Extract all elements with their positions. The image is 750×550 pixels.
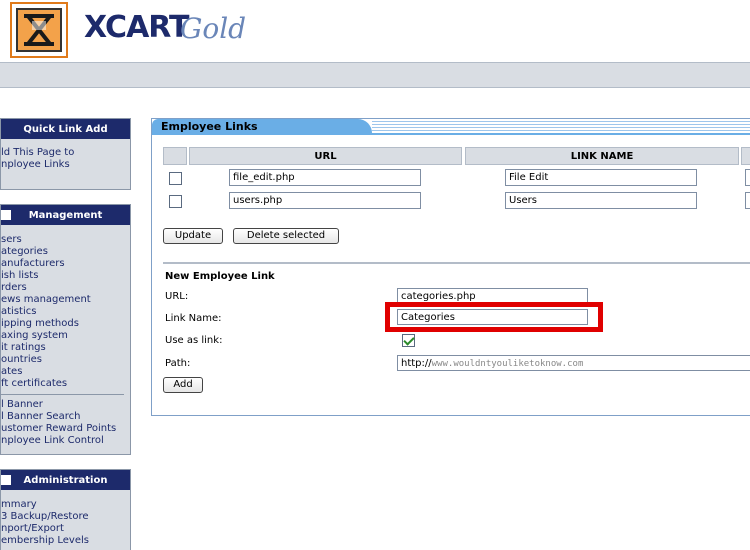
select-column-header xyxy=(163,147,187,165)
menu-item-shipping[interactable]: ipping methods xyxy=(1,318,130,330)
menu-item-reward-points[interactable]: ustomer Reward Points xyxy=(1,423,130,435)
menu-title: Administration xyxy=(23,474,108,486)
administration-menu: Administration mmary 3 Backup/Restore np… xyxy=(0,469,131,550)
header: XCART Gold xyxy=(0,0,750,62)
menu-item-employee-link-control[interactable]: nployee Link Control xyxy=(1,435,130,447)
row-link-name-input[interactable]: File Edit xyxy=(505,169,697,186)
menu-item-categories[interactable]: ategories xyxy=(1,246,130,258)
menu-item-banner[interactable]: l Banner xyxy=(1,399,130,411)
highlight-box xyxy=(385,302,603,332)
menu-item-news[interactable]: ews management xyxy=(1,294,130,306)
menu-title: Quick Link Add xyxy=(1,119,130,139)
menu-header: Administration xyxy=(1,470,130,490)
xcart-logo-icon xyxy=(10,2,68,58)
link-name-label: Link Name: xyxy=(165,313,222,324)
url-label: URL: xyxy=(165,291,189,302)
menu-item-taxing[interactable]: axing system xyxy=(1,330,130,342)
use-as-link-label: Use as link: xyxy=(165,335,223,346)
path-input[interactable]: http://www.wouldntyouliketoknow.com xyxy=(397,355,750,371)
menu-item-statistics[interactable]: atistics xyxy=(1,306,130,318)
delete-selected-button[interactable]: Delete selected xyxy=(233,228,339,244)
menu-item-states[interactable]: ates xyxy=(1,366,130,378)
management-menu: Management sers ategories anufacturers i… xyxy=(0,204,131,455)
new-link-title: New Employee Link xyxy=(165,271,275,282)
section-divider xyxy=(163,262,750,264)
menu-divider xyxy=(1,394,124,395)
use-as-link-checkbox[interactable] xyxy=(402,334,415,347)
update-button[interactable]: Update xyxy=(163,228,223,244)
administration-icon xyxy=(1,475,11,485)
menu-title: Management xyxy=(28,209,103,221)
menu-item-add-page[interactable]: ld This Page to xyxy=(1,147,130,159)
menu-item-employee-links[interactable]: nployee Links xyxy=(1,159,130,171)
row-url-input[interactable]: file_edit.php xyxy=(229,169,421,186)
add-button[interactable]: Add xyxy=(163,377,203,393)
path-placeholder: www.wouldntyouliketoknow.com xyxy=(431,359,584,369)
row-select-checkbox[interactable] xyxy=(169,195,182,208)
menu-item-banner-search[interactable]: l Banner Search xyxy=(1,411,130,423)
menu-header: Management xyxy=(1,205,130,225)
row-select-checkbox[interactable] xyxy=(169,172,182,185)
row-link-name-input[interactable]: Users xyxy=(505,192,697,209)
url-column-header: URL xyxy=(189,147,462,165)
menu-item-summary[interactable]: mmary xyxy=(1,499,130,511)
brand-name: XCART xyxy=(84,10,190,45)
menu-item-manufacturers[interactable]: anufacturers xyxy=(1,258,130,270)
path-prefix: http:// xyxy=(401,358,432,369)
menu-item-ratings[interactable]: it ratings xyxy=(1,342,130,354)
brand-edition: Gold xyxy=(180,12,247,45)
menu-item-import-export[interactable]: nport/Export xyxy=(1,523,130,535)
row-extra-input[interactable] xyxy=(745,169,750,186)
app-root: XCART Gold Quick Link Add ld This Page t… xyxy=(0,0,750,550)
link-name-column-header: LINK NAME xyxy=(465,147,739,165)
menu-item-membership[interactable]: embership Levels xyxy=(1,535,130,547)
row-url-input[interactable]: users.php xyxy=(229,192,421,209)
menu-item-wish-lists[interactable]: ish lists xyxy=(1,270,130,282)
menu-item-gift-certificates[interactable]: ft certificates xyxy=(1,378,130,390)
menu-item-countries[interactable]: ountries xyxy=(1,354,130,366)
top-bar xyxy=(0,62,750,88)
panel-title: Employee Links xyxy=(152,119,372,134)
menu-item-db-backup[interactable]: 3 Backup/Restore xyxy=(1,511,130,523)
menu-item-orders[interactable]: rders xyxy=(1,282,130,294)
menu-item-users[interactable]: sers xyxy=(1,234,130,246)
panel-stripes xyxy=(372,121,750,133)
row-extra-input[interactable] xyxy=(745,192,750,209)
path-label: Path: xyxy=(165,358,191,369)
quick-link-menu: Quick Link Add ld This Page to nployee L… xyxy=(0,118,131,190)
extra-column-header xyxy=(741,147,750,165)
management-icon xyxy=(1,210,11,220)
